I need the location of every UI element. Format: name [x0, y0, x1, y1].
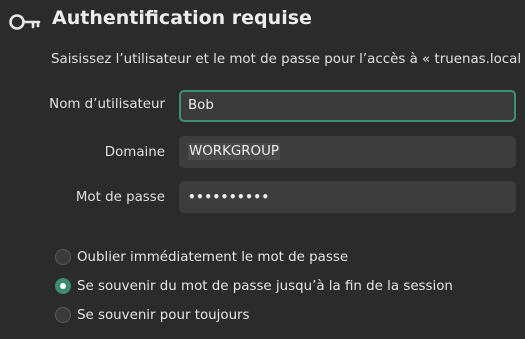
radio-option-session[interactable]: Se souvenir du mot de passe jusqu’à la f… [55, 276, 453, 296]
username-label: Nom d’utilisateur [49, 97, 165, 112]
password-label: Mot de passe [75, 190, 165, 205]
radio-button[interactable] [55, 249, 71, 265]
domain-input[interactable]: WORKGROUP [179, 136, 516, 168]
username-input[interactable]: Bob [179, 90, 516, 122]
username-value: Bob [188, 98, 214, 113]
key-icon [9, 14, 41, 30]
domain-label: Domaine [104, 145, 165, 160]
password-input[interactable]: •••••••••• [179, 181, 516, 213]
radio-option-forever[interactable]: Se souvenir pour toujours [55, 305, 250, 325]
radio-option-forget[interactable]: Oublier immédiatement le mot de passe [55, 247, 348, 267]
radio-label: Se souvenir pour toujours [77, 307, 250, 323]
authentication-dialog: Authentification requise Saisissez l’uti… [0, 0, 525, 339]
radio-label: Se souvenir du mot de passe jusqu’à la f… [77, 278, 453, 294]
radio-label: Oublier immédiatement le mot de passe [77, 249, 349, 265]
radio-button[interactable] [55, 307, 71, 323]
dialog-title: Authentification requise [52, 7, 312, 29]
domain-value: WORKGROUP [188, 143, 280, 160]
radio-button-checked[interactable] [55, 278, 71, 294]
password-value: •••••••••• [188, 190, 270, 204]
dialog-subtitle: Saisissez l’utilisateur et le mot de pas… [51, 52, 525, 67]
